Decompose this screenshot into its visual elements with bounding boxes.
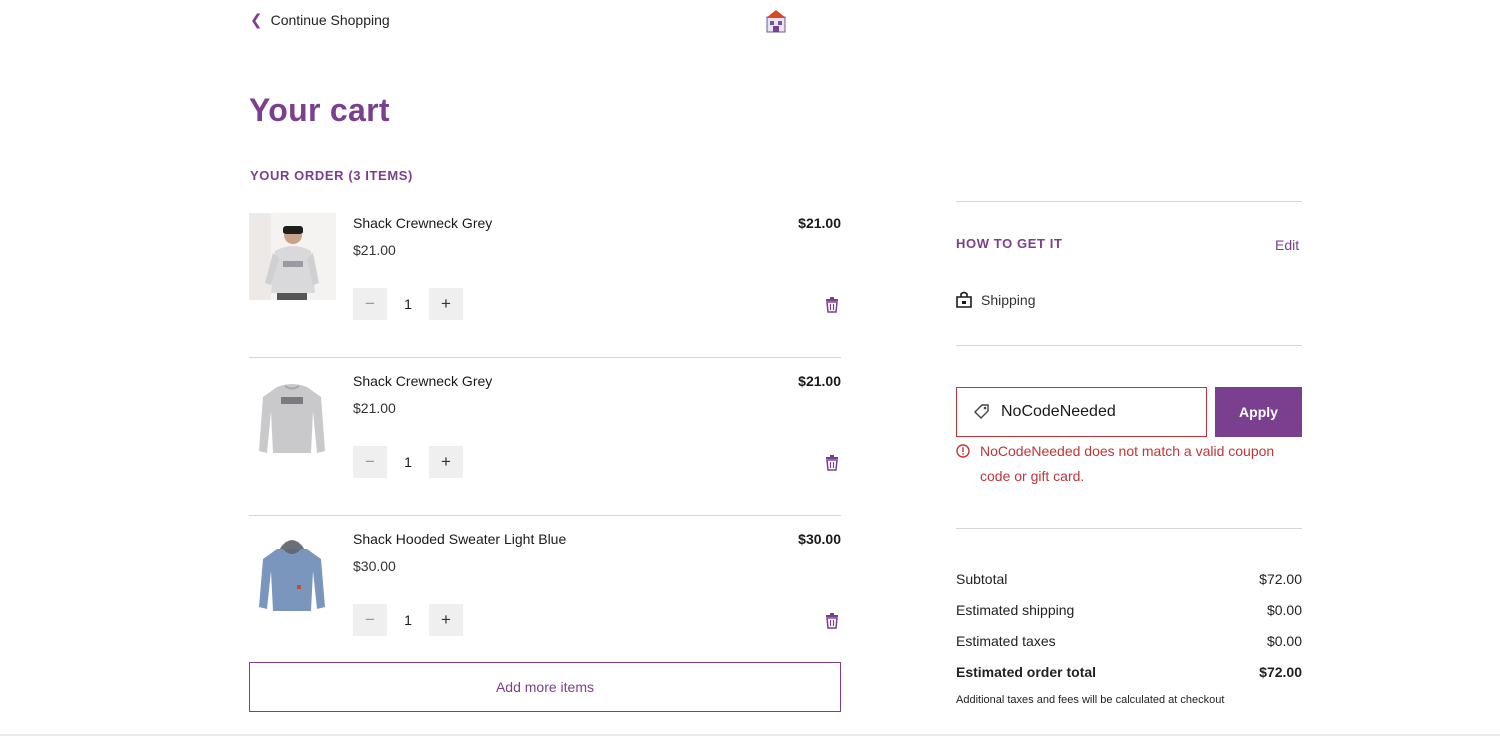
- divider: [956, 201, 1302, 202]
- subtotal-row: Subtotal $72.00: [956, 563, 1302, 594]
- item-name[interactable]: Shack Crewneck Grey: [353, 215, 492, 231]
- product-image-crewneck-model[interactable]: [249, 213, 336, 300]
- quantity-stepper: − 1 +: [353, 604, 463, 636]
- shipping-value: $0.00: [1266, 601, 1302, 618]
- continue-shopping-link[interactable]: ❮ Continue Shopping: [250, 12, 390, 28]
- divider: [956, 345, 1302, 346]
- shipping-label: Estimated shipping: [956, 601, 1075, 618]
- coupon-field[interactable]: [956, 387, 1207, 437]
- product-image-hoodie[interactable]: [249, 529, 336, 616]
- how-to-get-it-heading: HOW TO GET IT: [956, 236, 1063, 251]
- shipping-method-label: Shipping: [981, 291, 1036, 308]
- quantity-stepper: − 1 +: [353, 446, 463, 478]
- item-line-total: $30.00: [798, 531, 841, 547]
- taxes-label: Estimated taxes: [956, 632, 1056, 649]
- item-name[interactable]: Shack Hooded Sweater Light Blue: [353, 531, 566, 547]
- item-unit-price: $30.00: [353, 558, 396, 574]
- trash-icon[interactable]: [825, 297, 839, 313]
- increase-quantity-button[interactable]: +: [429, 446, 463, 478]
- subtotal-value: $72.00: [1259, 570, 1302, 587]
- item-name[interactable]: Shack Crewneck Grey: [353, 373, 492, 389]
- checkout-note: Additional taxes and fees will be calcul…: [956, 694, 1225, 706]
- decrease-quantity-button[interactable]: −: [353, 446, 387, 478]
- cart-item: Shack Hooded Sweater Light Blue $30.00 $…: [249, 516, 841, 644]
- subtotal-label: Subtotal: [956, 570, 1008, 587]
- taxes-row: Estimated taxes $0.00: [956, 625, 1302, 656]
- order-total-row: Estimated order total $72.00: [956, 656, 1302, 687]
- edit-fulfillment-link[interactable]: Edit: [1275, 237, 1299, 253]
- cart-item: Shack Crewneck Grey $21.00 $21.00 − 1 +: [249, 200, 841, 358]
- quantity-value: 1: [404, 296, 412, 312]
- order-total-value: $72.00: [1259, 663, 1302, 680]
- shopping-bag-icon: [956, 291, 972, 308]
- decrease-quantity-button[interactable]: −: [353, 604, 387, 636]
- order-count-label: YOUR ORDER (3 ITEMS): [250, 168, 413, 183]
- coupon-input[interactable]: [1001, 403, 1191, 421]
- increase-quantity-button[interactable]: +: [429, 288, 463, 320]
- coupon-error-message: NoCodeNeeded does not match a valid coup…: [956, 439, 1276, 489]
- product-image-crewneck[interactable]: [249, 371, 336, 458]
- apply-coupon-button[interactable]: Apply: [1215, 387, 1302, 437]
- increase-quantity-button[interactable]: +: [429, 604, 463, 636]
- chevron-left-icon: ❮: [250, 11, 263, 29]
- shipping-method: Shipping: [956, 291, 1036, 308]
- order-summary: Subtotal $72.00 Estimated shipping $0.00…: [956, 563, 1302, 687]
- top-bar: ❮ Continue Shopping: [0, 0, 1500, 44]
- quantity-value: 1: [404, 612, 412, 628]
- tag-icon: [974, 404, 989, 419]
- add-more-items-button[interactable]: Add more items: [249, 662, 841, 712]
- cart-item: Shack Crewneck Grey $21.00 $21.00 − 1 +: [249, 358, 841, 516]
- error-alert-icon: [956, 444, 970, 458]
- taxes-value: $0.00: [1266, 632, 1302, 649]
- trash-icon[interactable]: [825, 455, 839, 471]
- item-unit-price: $21.00: [353, 400, 396, 416]
- order-total-label: Estimated order total: [956, 663, 1097, 680]
- quantity-value: 1: [404, 454, 412, 470]
- continue-shopping-label: Continue Shopping: [270, 12, 390, 28]
- divider: [956, 528, 1302, 529]
- shipping-row: Estimated shipping $0.00: [956, 594, 1302, 625]
- decrease-quantity-button[interactable]: −: [353, 288, 387, 320]
- coupon-error-text: NoCodeNeeded does not match a valid coup…: [980, 443, 1275, 484]
- trash-icon[interactable]: [825, 613, 839, 629]
- page-title: Your cart: [249, 92, 390, 128]
- item-line-total: $21.00: [798, 215, 841, 231]
- store-logo[interactable]: [764, 8, 788, 34]
- cart-item-list: Shack Crewneck Grey $21.00 $21.00 − 1 + …: [249, 200, 841, 644]
- item-unit-price: $21.00: [353, 242, 396, 258]
- quantity-stepper: − 1 +: [353, 288, 463, 320]
- item-line-total: $21.00: [798, 373, 841, 389]
